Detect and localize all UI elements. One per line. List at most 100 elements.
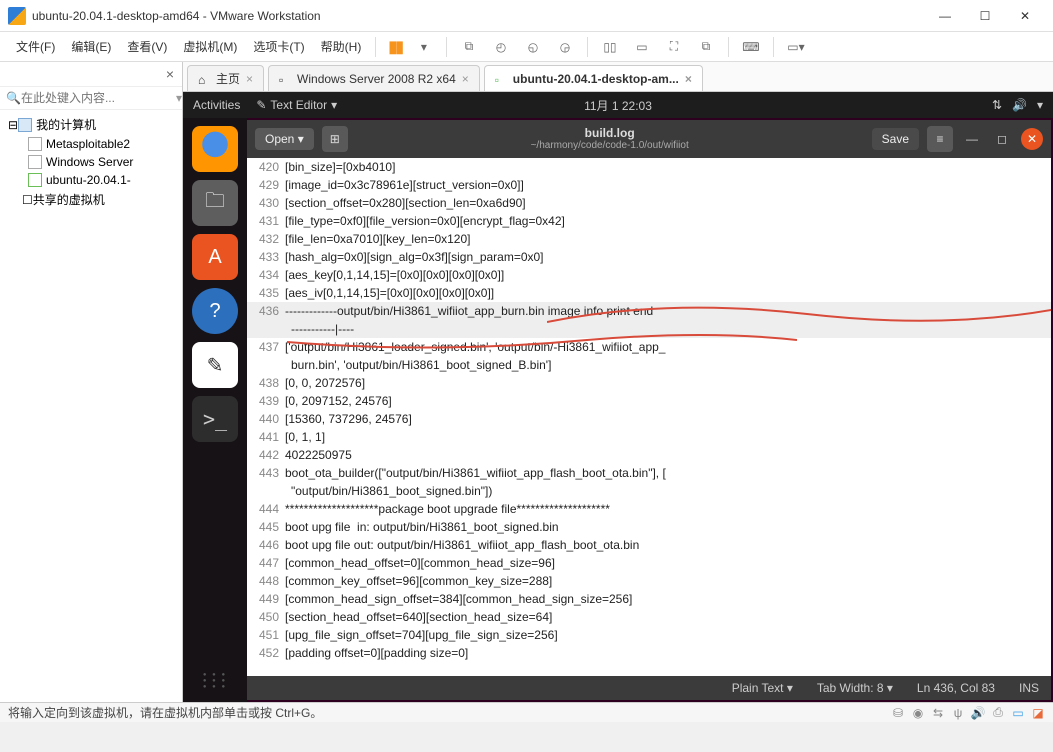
status-tabwidth[interactable]: Tab Width: 8 ▾ xyxy=(817,681,893,695)
status-text: 将输入定向到该虚拟机，请在虚拟机内部单击或按 Ctrl+G。 xyxy=(8,704,322,721)
gedit-window: Open ▾ ⊞ build.log ~/harmony/code/code-1… xyxy=(247,120,1051,700)
tab-home[interactable]: ⌂主页× xyxy=(187,65,264,91)
device-hdd-icon[interactable]: ⛁ xyxy=(891,706,905,720)
device-display-icon[interactable]: ▭ xyxy=(1011,706,1025,720)
close-icon[interactable]: ✕ xyxy=(1021,128,1043,150)
editor-line[interactable]: 449[common_head_sign_offset=384][common_… xyxy=(247,590,1051,608)
dock-software-icon[interactable]: A xyxy=(192,234,238,280)
status-language[interactable]: Plain Text ▾ xyxy=(732,681,793,695)
toolbar-btn-8[interactable]: ⧉ xyxy=(692,35,720,59)
editor-line[interactable]: 445boot upg file in: output/bin/Hi3861_b… xyxy=(247,518,1051,536)
editor-line[interactable]: 443boot_ota_builder(["output/bin/Hi3861_… xyxy=(247,464,1051,482)
close-button[interactable]: ✕ xyxy=(1005,2,1045,30)
tree-vm-metasploit[interactable]: Metasploitable2 xyxy=(0,135,182,153)
editor-line[interactable]: 440[15360, 737296, 24576] xyxy=(247,410,1051,428)
dropdown-icon[interactable]: ▾ xyxy=(410,35,438,59)
menu-file[interactable]: 文件(F) xyxy=(8,34,63,59)
ubuntu-desktop[interactable]: Activities ✎Text Editor▾ 11月 1 22:03 ⇅ 🔊… xyxy=(183,92,1053,702)
toolbar-btn-6[interactable]: ▭ xyxy=(628,35,656,59)
gedit-text-area[interactable]: 420[bin_size]=[0xb4010]429[image_id=0x3c… xyxy=(247,158,1051,676)
toolbar-btn-1[interactable]: ⧉ xyxy=(455,35,483,59)
toolbar-btn-2[interactable]: ◴ xyxy=(487,35,515,59)
editor-line[interactable]: 436-------------output/bin/Hi3861_wifiio… xyxy=(247,302,1051,320)
menu-edit[interactable]: 编辑(E) xyxy=(63,34,119,59)
device-sound-icon[interactable]: 🔊 xyxy=(971,706,985,720)
vm-on-icon: ▫ xyxy=(495,73,507,85)
sidebar-close-icon[interactable]: × xyxy=(162,66,178,82)
editor-line[interactable]: 429[image_id=0x3c78961e][struct_version=… xyxy=(247,176,1051,194)
toolbar-btn-10[interactable]: ▭▾ xyxy=(782,35,810,59)
ubuntu-topbar: Activities ✎Text Editor▾ 11月 1 22:03 ⇅ 🔊… xyxy=(183,92,1053,118)
close-icon[interactable]: × xyxy=(246,72,253,86)
dock-apps-icon[interactable]: ● ● ●● ● ●● ● ● xyxy=(203,672,227,690)
tree-mycomputer[interactable]: ⊟ 我的计算机 xyxy=(0,114,182,135)
editor-line[interactable]: 434[aes_key[0,1,14,15]=[0x0][0x0][0x0][0… xyxy=(247,266,1051,284)
editor-line[interactable]: 4424022250975 xyxy=(247,446,1051,464)
editor-line[interactable]: 431[file_type=0xf0][file_version=0x0][en… xyxy=(247,212,1051,230)
editor-line[interactable]: 448[common_key_offset=96][common_key_siz… xyxy=(247,572,1051,590)
sidebar-search[interactable]: 🔍 ▾ xyxy=(0,87,182,110)
editor-line[interactable]: 447[common_head_offset=0][common_head_si… xyxy=(247,554,1051,572)
close-icon[interactable]: × xyxy=(462,72,469,86)
menu-view[interactable]: 查看(V) xyxy=(119,34,175,59)
editor-line[interactable]: 437['output/bin/Hi3861_loader_signed.bin… xyxy=(247,338,1051,356)
close-icon[interactable]: × xyxy=(685,72,692,86)
editor-line[interactable]: 451[upg_file_sign_offset=704][upg_file_s… xyxy=(247,626,1051,644)
hamburger-menu-icon[interactable]: ≡ xyxy=(927,126,953,152)
device-net-icon[interactable]: ⇆ xyxy=(931,706,945,720)
status-insert[interactable]: INS xyxy=(1019,681,1039,695)
toolbar-btn-4[interactable]: ◶ xyxy=(551,35,579,59)
volume-icon[interactable]: 🔊 xyxy=(1012,98,1027,112)
editor-line[interactable]: 432[file_len=0xa7010][key_len=0x120] xyxy=(247,230,1051,248)
toolbar-btn-7[interactable]: ⛶ xyxy=(660,35,688,59)
editor-line[interactable]: 438[0, 0, 2072576] xyxy=(247,374,1051,392)
tab-windows[interactable]: ▫Windows Server 2008 R2 x64× xyxy=(268,65,480,91)
save-button[interactable]: Save xyxy=(872,128,919,150)
editor-line[interactable]: 430[section_offset=0x280][section_len=0x… xyxy=(247,194,1051,212)
dock-texteditor-icon[interactable]: ✎ xyxy=(192,342,238,388)
dock-files-icon[interactable]: 🗀 xyxy=(192,180,238,226)
menu-vm[interactable]: 虚拟机(M) xyxy=(175,34,245,59)
app-menu[interactable]: ✎Text Editor▾ xyxy=(256,98,337,112)
toolbar-btn-9[interactable]: ⌨ xyxy=(737,35,765,59)
device-usb-icon[interactable]: ψ xyxy=(951,706,965,720)
activities-button[interactable]: Activities xyxy=(193,98,240,112)
dock-terminal-icon[interactable]: >_ xyxy=(192,396,238,442)
editor-line[interactable]: 433[hash_alg=0x0][sign_alg=0x3f][sign_pa… xyxy=(247,248,1051,266)
menu-help[interactable]: 帮助(H) xyxy=(313,34,370,59)
tree-vm-ubuntu[interactable]: ubuntu-20.04.1- xyxy=(0,171,182,189)
minimize-icon[interactable]: — xyxy=(961,128,983,150)
power-icon[interactable]: ▾ xyxy=(1037,98,1043,112)
pause-icon[interactable]: ▮▮ xyxy=(388,37,402,57)
editor-line[interactable]: 441[0, 1, 1] xyxy=(247,428,1051,446)
tree-shared[interactable]: ☐ 共享的虚拟机 xyxy=(0,189,182,210)
editor-line[interactable]: 446boot upg file out: output/bin/Hi3861_… xyxy=(247,536,1051,554)
maximize-icon[interactable]: ◻ xyxy=(991,128,1013,150)
tab-ubuntu[interactable]: ▫ubuntu-20.04.1-desktop-am...× xyxy=(484,65,703,91)
dropdown-icon[interactable]: ▾ xyxy=(176,91,182,105)
editor-line[interactable]: 450[section_head_offset=640][section_hea… xyxy=(247,608,1051,626)
toolbar-btn-3[interactable]: ◵ xyxy=(519,35,547,59)
minimize-button[interactable]: — xyxy=(925,2,965,30)
tree-vm-windows[interactable]: Windows Server xyxy=(0,153,182,171)
open-button[interactable]: Open ▾ xyxy=(255,128,314,150)
editor-line[interactable]: 444********************package boot upgr… xyxy=(247,500,1051,518)
new-tab-button[interactable]: ⊞ xyxy=(322,126,348,152)
menu-tabs[interactable]: 选项卡(T) xyxy=(245,34,312,59)
maximize-button[interactable]: ☐ xyxy=(965,2,1005,30)
toolbar-btn-5[interactable]: ▯▯ xyxy=(596,35,624,59)
editor-line[interactable]: 420[bin_size]=[0xb4010] xyxy=(247,158,1051,176)
network-icon[interactable]: ⇅ xyxy=(992,98,1002,112)
vmware-sidebar: × 🔍 ▾ ⊟ 我的计算机 Metasploitable2 Windows Se… xyxy=(0,62,183,702)
editor-line[interactable]: 439[0, 2097152, 24576] xyxy=(247,392,1051,410)
vm-tabs: ⌂主页× ▫Windows Server 2008 R2 x64× ▫ubunt… xyxy=(183,62,1053,92)
device-misc-icon[interactable]: ◪ xyxy=(1031,706,1045,720)
editor-line[interactable]: 452[padding offset=0][padding size=0] xyxy=(247,644,1051,662)
search-input[interactable] xyxy=(21,91,176,105)
clock[interactable]: 11月 1 22:03 xyxy=(584,97,652,114)
device-cd-icon[interactable]: ◉ xyxy=(911,706,925,720)
dock-firefox-icon[interactable] xyxy=(192,126,238,172)
dock-help-icon[interactable]: ? xyxy=(192,288,238,334)
editor-line[interactable]: 435[aes_iv[0,1,14,15]=[0x0][0x0][0x0][0x… xyxy=(247,284,1051,302)
device-printer-icon[interactable]: ⎙ xyxy=(991,706,1005,720)
